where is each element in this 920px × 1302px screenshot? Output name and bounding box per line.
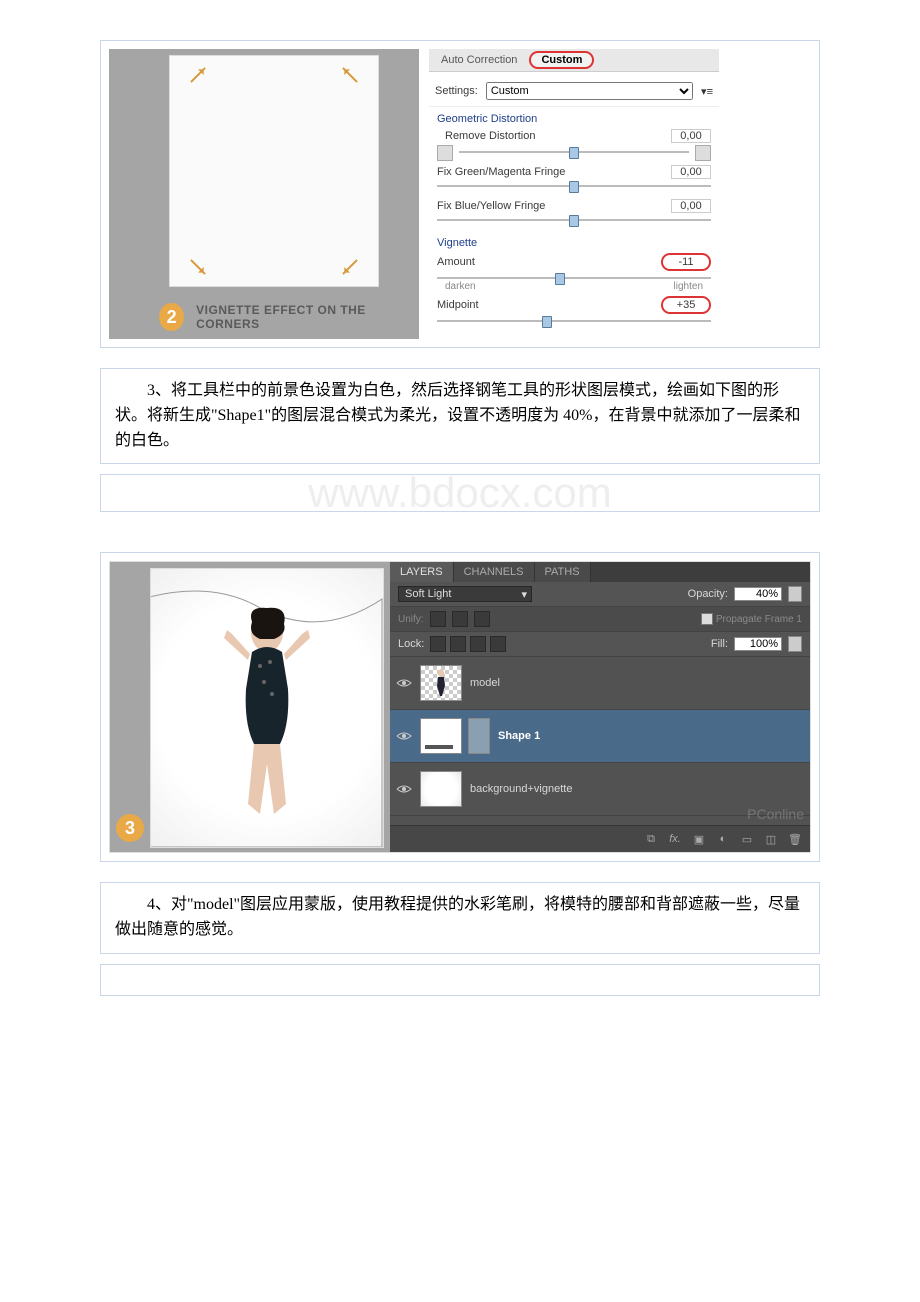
instruction-step-4: 4、对"model"图层应用蒙版，使用教程提供的水彩笔刷，将模特的腰部和背部遮蔽…: [100, 882, 820, 954]
fix-by-value[interactable]: 0,00: [671, 199, 711, 213]
tab-auto-correction[interactable]: Auto Correction: [429, 51, 529, 69]
barrel-icon: [437, 145, 453, 161]
corner-arrow-icon: [342, 67, 358, 83]
lighten-label: lighten: [674, 281, 703, 292]
fill-flyout-icon[interactable]: [788, 636, 802, 652]
link-layers-icon[interactable]: ⧉: [644, 832, 658, 846]
lens-correction-panel: Auto Correction Custom Settings: Custom …: [429, 49, 719, 339]
corner-arrow-icon: [342, 259, 358, 275]
figure-1-container: 2 VIGNETTE EFFECT ON THE CORNERS Auto Co…: [100, 40, 820, 348]
midpoint-value[interactable]: +35: [661, 296, 711, 314]
section-geometric: Geometric Distortion: [429, 107, 719, 127]
lock-position-icon[interactable]: [470, 636, 486, 652]
panel-menu-icon[interactable]: ▾≡: [701, 85, 713, 98]
remove-distortion-value[interactable]: 0,00: [671, 129, 711, 143]
fix-by-label: Fix Blue/Yellow Fringe: [437, 200, 545, 212]
lock-all-icon[interactable]: [490, 636, 506, 652]
darken-label: darken: [445, 281, 476, 292]
fill-label: Fill:: [711, 638, 728, 650]
instruction-step-3: 3、将工具栏中的前景色设置为白色，然后选择钢笔工具的形状图层模式，绘画如下图的形…: [100, 368, 820, 464]
section-vignette: Vignette: [429, 231, 719, 251]
propagate-checkbox[interactable]: [701, 613, 713, 625]
corner-arrow-icon: [190, 67, 206, 83]
step-label: VIGNETTE EFFECT ON THE CORNERS: [196, 303, 409, 331]
new-layer-icon[interactable]: ◫: [764, 832, 778, 846]
remove-distortion-slider[interactable]: [459, 151, 689, 153]
opacity-input[interactable]: 40%: [734, 587, 782, 601]
layer-thumb: [420, 718, 462, 754]
midpoint-slider[interactable]: [437, 320, 711, 322]
vector-mask-thumb: [468, 718, 490, 754]
model-figure: [212, 604, 322, 824]
blend-mode-select[interactable]: Soft Light: [398, 586, 532, 602]
watermark: www.bdocx.com: [308, 469, 611, 517]
group-icon[interactable]: ▭: [740, 832, 754, 846]
step-badge: 2: [159, 303, 184, 331]
adjustment-icon[interactable]: ◐: [716, 832, 730, 846]
settings-label: Settings:: [435, 85, 478, 97]
unify-visibility-icon[interactable]: [452, 611, 468, 627]
fix-gm-value[interactable]: 0,00: [671, 165, 711, 179]
lock-label: Lock:: [398, 638, 424, 650]
visibility-eye-icon[interactable]: [396, 783, 412, 795]
midpoint-label: Midpoint: [437, 299, 479, 311]
visibility-eye-icon[interactable]: [396, 677, 412, 689]
layer-thumb: [420, 771, 462, 807]
tab-custom[interactable]: Custom: [529, 51, 594, 69]
canvas-preview: 2 VIGNETTE EFFECT ON THE CORNERS: [109, 49, 419, 339]
remove-distortion-label: Remove Distortion: [437, 130, 535, 142]
tab-layers[interactable]: LAYERS: [390, 562, 454, 582]
layer-row-shape1[interactable]: Shape 1: [390, 710, 810, 763]
figure-2-container: 3 LAYERS CHANNELS PATHS Soft Light Opaci…: [100, 552, 820, 862]
layer-name: Shape 1: [498, 730, 804, 742]
corner-arrow-icon: [190, 259, 206, 275]
fix-gm-label: Fix Green/Magenta Fringe: [437, 166, 565, 178]
unify-label: Unify:: [398, 614, 424, 625]
settings-select[interactable]: Custom: [486, 82, 693, 100]
canvas-preview-2: 3: [110, 562, 390, 852]
amount-value[interactable]: -11: [661, 253, 711, 271]
amount-label: Amount: [437, 256, 475, 268]
lock-transparency-icon[interactable]: [430, 636, 446, 652]
layer-name: background+vignette: [470, 783, 804, 795]
layer-row-model[interactable]: model: [390, 657, 810, 710]
fix-gm-slider[interactable]: [437, 185, 711, 187]
visibility-eye-icon[interactable]: [396, 730, 412, 742]
propagate-label: Propagate Frame 1: [716, 614, 802, 625]
opacity-label: Opacity:: [688, 588, 728, 600]
panel-tabs: Auto Correction Custom: [429, 49, 719, 72]
layer-thumb: [420, 665, 462, 701]
opacity-flyout-icon[interactable]: [788, 586, 802, 602]
unify-position-icon[interactable]: [430, 611, 446, 627]
unify-style-icon[interactable]: [474, 611, 490, 627]
spacer-box: www.bdocx.com: [100, 474, 820, 512]
spacer-box-bottom: [100, 964, 820, 996]
layer-row-background[interactable]: background+vignette: [390, 763, 810, 816]
lock-pixels-icon[interactable]: [450, 636, 466, 652]
tab-channels[interactable]: CHANNELS: [454, 562, 535, 582]
fx-icon[interactable]: fx.: [668, 832, 682, 846]
mask-icon[interactable]: ▣: [692, 832, 706, 846]
pincushion-icon: [695, 145, 711, 161]
fix-by-slider[interactable]: [437, 219, 711, 221]
layer-name: model: [470, 677, 804, 689]
layers-panel: LAYERS CHANNELS PATHS Soft Light Opacity…: [390, 562, 810, 852]
trash-icon[interactable]: 🗑: [788, 832, 802, 846]
step-badge: 3: [116, 814, 144, 842]
tab-paths[interactable]: PATHS: [535, 562, 591, 582]
amount-slider[interactable]: [437, 277, 711, 279]
fill-input[interactable]: 100%: [734, 637, 782, 651]
